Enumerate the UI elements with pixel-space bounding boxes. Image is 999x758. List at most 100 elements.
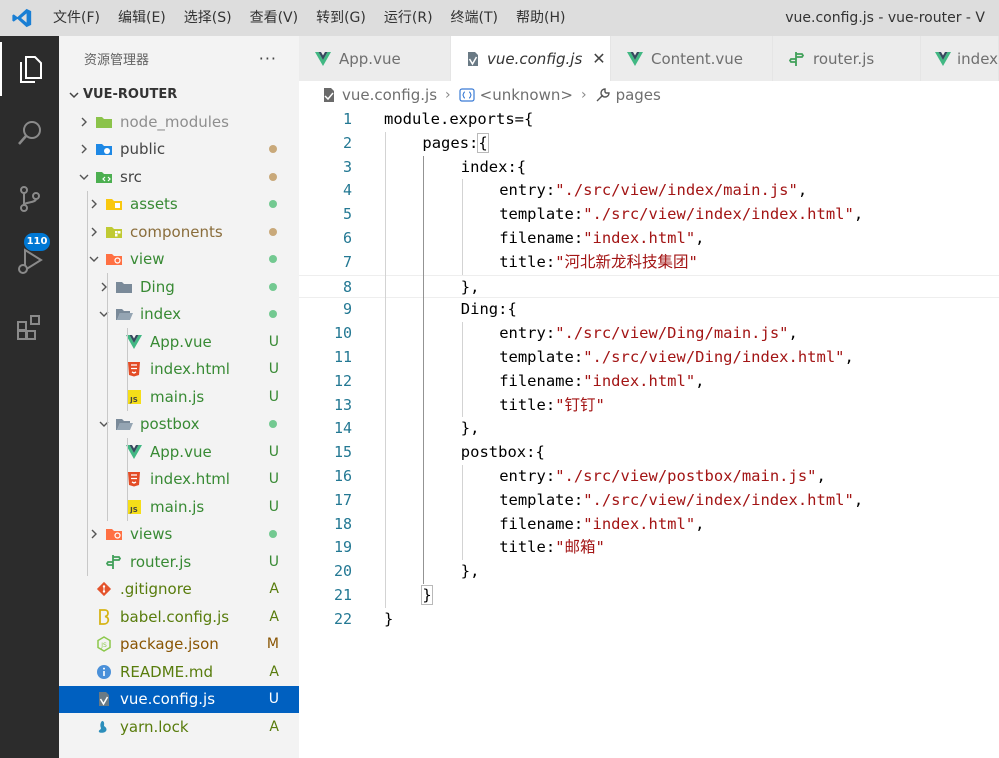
tree-folder[interactable]: node_modules (59, 108, 299, 136)
code-token: pages: (422, 133, 479, 152)
code-line: 10 entry:"./src/view/Ding/main.js", (299, 322, 999, 346)
code-token: title: (499, 395, 556, 414)
breadcrumb-property[interactable]: pages (616, 86, 661, 104)
git-status-badge: M (266, 636, 279, 653)
code-line: 2 pages:{ (299, 132, 999, 156)
indent-guide (461, 465, 463, 561)
folder-icon (114, 278, 134, 296)
line-number: 7 (342, 252, 352, 271)
breadcrumb-file[interactable]: vue.config.js (342, 86, 437, 104)
breadcrumb-symbol[interactable]: <unknown> (480, 86, 573, 104)
menu-item[interactable]: 选择(S) (175, 0, 241, 36)
search-icon[interactable] (0, 106, 59, 160)
tree-file[interactable]: .gitignore A (59, 576, 299, 604)
code-text: } (421, 584, 433, 608)
tree-file[interactable]: index.html U (59, 465, 299, 493)
chevron-right-icon (77, 116, 91, 128)
menu-item[interactable]: 转到(G) (307, 0, 375, 36)
workspace-folder-header[interactable]: VUE-ROUTER (59, 81, 299, 108)
tree-folder[interactable]: assets (59, 190, 299, 218)
indent-guide (127, 465, 128, 493)
string-token: "./src/view/Ding/main.js" (555, 324, 789, 343)
menu-item[interactable]: 编辑(E) (109, 0, 175, 36)
tree-file[interactable]: yarn.lock A (59, 713, 299, 741)
code-token: entry: (499, 467, 556, 485)
indent-guide (87, 218, 88, 246)
explorer-icon[interactable] (0, 42, 59, 96)
line-number: 12 (333, 371, 352, 390)
indent-guide (87, 300, 88, 328)
tree-file[interactable]: router.js U (59, 548, 299, 576)
git-status-badge: A (269, 581, 279, 598)
run-debug-icon[interactable] (0, 234, 59, 288)
tree-folder[interactable]: views (59, 520, 299, 548)
string-token: "邮箱" (555, 538, 605, 557)
indent-guide (87, 520, 88, 548)
extensions-icon[interactable] (0, 300, 59, 354)
code-token: entry: (499, 181, 556, 200)
indent-guide (461, 179, 463, 275)
line-number: 1 (342, 110, 352, 128)
window-title: vue.config.js - vue-router - V (785, 10, 985, 26)
code-text: entry:"./src/view/index/main.js", (499, 179, 807, 203)
code-token: template: (499, 205, 584, 224)
indent-guide (127, 355, 128, 383)
babel-icon (94, 608, 114, 626)
tree-folder[interactable]: Ding (59, 273, 299, 301)
menu-item[interactable]: 查看(V) (241, 0, 308, 36)
code-token: filename: (499, 229, 584, 247)
code-token: template: (499, 490, 584, 509)
menu-item[interactable]: 帮助(H) (507, 0, 574, 36)
editor-tab[interactable]: App.vue (299, 36, 451, 81)
wrench-icon (595, 87, 611, 103)
line-number: 15 (333, 443, 352, 462)
tree-file[interactable]: README.md A (59, 658, 299, 686)
close-icon[interactable]: ✕ (592, 49, 605, 68)
source-control-icon[interactable] (0, 172, 59, 226)
editor-tab-bar: App.vue vue.config.js ✕ Content.vue router.j… (299, 36, 999, 81)
code-editor[interactable]: 1 module.exports={2 pages:{3 index:{4 entry:… (299, 108, 999, 758)
indent-guide (87, 383, 88, 411)
code-token: Ding:{ (460, 300, 517, 319)
tree-folder[interactable]: public (59, 136, 299, 164)
menu-item[interactable]: 终端(T) (442, 0, 507, 36)
tree-folder[interactable]: src (59, 163, 299, 191)
tree-file[interactable]: App.vue U (59, 328, 299, 356)
tree-folder[interactable]: view (59, 245, 299, 273)
tree-file[interactable]: babel.config.js A (59, 603, 299, 631)
editor-tab[interactable]: Content.vue (611, 36, 773, 81)
code-token: }, (460, 562, 480, 581)
tree-folder[interactable]: postbox (59, 410, 299, 438)
indent-guide (385, 131, 386, 608)
assets-folder-icon (104, 195, 124, 213)
code-text: Ding:{ (461, 298, 517, 322)
string-token: "钉钉" (555, 395, 605, 414)
tree-file[interactable]: JS main.js U (59, 493, 299, 521)
vue-config-icon (465, 50, 481, 68)
editor-tab[interactable]: index (921, 36, 999, 81)
views-folder-icon (104, 525, 124, 543)
tree-file[interactable]: JS package.json M (59, 631, 299, 659)
indent-guide (127, 438, 128, 466)
line-number: 21 (333, 586, 352, 604)
more-actions-button[interactable]: ··· (259, 49, 277, 68)
line-number: 17 (333, 490, 352, 509)
code-line: 5 template:"./src/view/index/index.html", (299, 203, 999, 227)
tree-folder[interactable]: index (59, 300, 299, 328)
editor-tab[interactable]: vue.config.js ✕ (451, 36, 611, 81)
tree-file[interactable]: JS main.js U (59, 383, 299, 411)
tree-file[interactable]: App.vue U (59, 438, 299, 466)
editor-tab[interactable]: router.js (773, 36, 921, 81)
tab-label: App.vue (339, 49, 401, 68)
code-text: entry:"./src/view/Ding/main.js", (499, 322, 798, 346)
git-status-badge: U (268, 498, 279, 515)
tree-file[interactable]: vue.config.js U (59, 685, 299, 713)
chevron-down-icon (77, 172, 91, 182)
tab-label: vue.config.js (487, 49, 583, 68)
line-number: 5 (342, 205, 352, 224)
code-text: title:"钉钉" (499, 394, 605, 418)
menu-item[interactable]: 文件(F) (44, 0, 109, 36)
tree-folder[interactable]: components (59, 218, 299, 246)
tree-file[interactable]: index.html U (59, 355, 299, 383)
menu-item[interactable]: 运行(R) (375, 0, 442, 36)
